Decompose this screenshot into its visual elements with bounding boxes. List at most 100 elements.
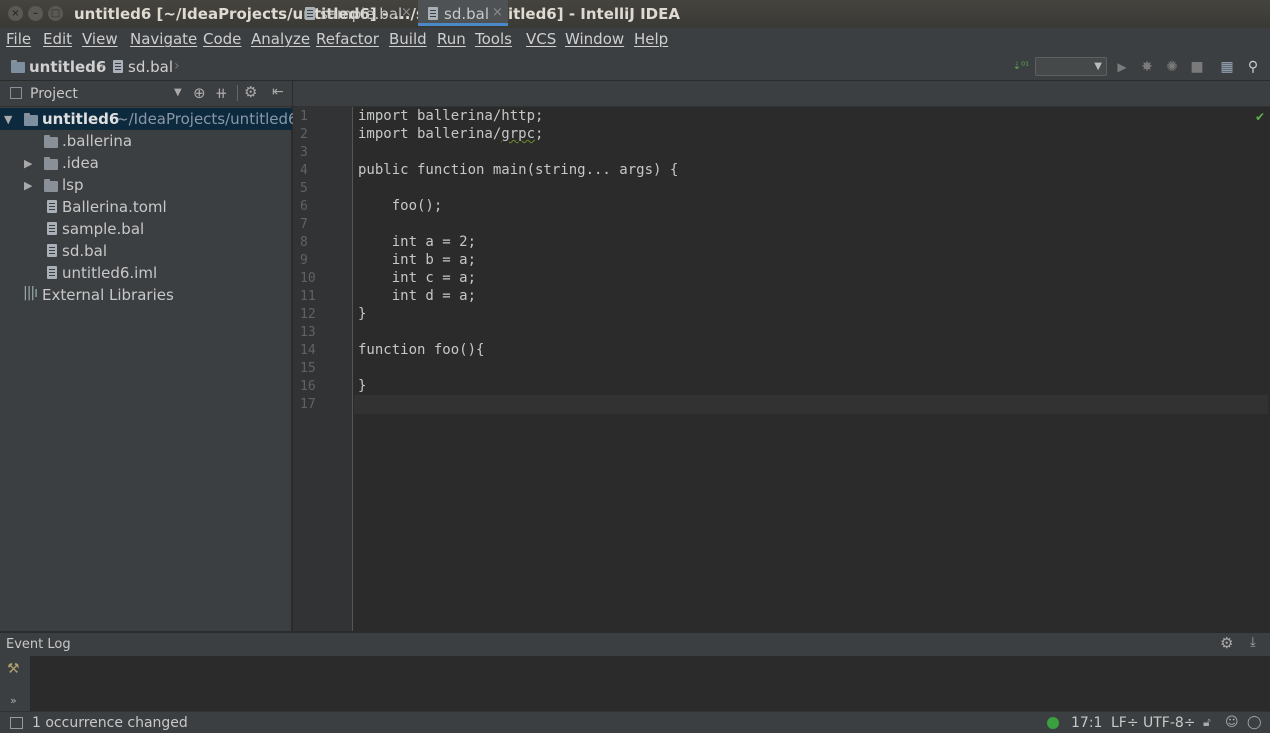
line-number: 4: [300, 163, 308, 178]
notifications-icon[interactable]: ◯: [1247, 715, 1262, 730]
inspector-icon[interactable]: ☺: [1225, 715, 1239, 730]
project-panel-header: Project ▼ ⊕ ⧺ ⚙ ⇤: [0, 81, 292, 107]
code-line[interactable]: import ballerina/grpc;: [358, 126, 543, 142]
menu-analyze[interactable]: Analyze: [251, 30, 310, 48]
menu-build[interactable]: Build: [389, 30, 427, 48]
project-structure-icon[interactable]: ▦: [1218, 58, 1236, 76]
chevron-right-icon: ›: [99, 58, 105, 74]
search-icon[interactable]: ⚲: [1244, 58, 1262, 76]
status-message: 1 occurrence changed: [32, 715, 188, 731]
debug-icon[interactable]: ✸: [1138, 58, 1156, 76]
code-line[interactable]: int a = 2;: [358, 234, 476, 250]
tree-item-external-libraries[interactable]: |||ı External Libraries: [0, 284, 292, 306]
expand-arrow-icon[interactable]: ▶: [24, 157, 32, 170]
line-separator-select[interactable]: LF÷: [1111, 715, 1139, 731]
file-icon: [113, 60, 123, 73]
code-line[interactable]: int c = a;: [358, 270, 476, 286]
menu-view[interactable]: View: [82, 30, 118, 48]
code-line[interactable]: public function main(string... args) {: [358, 162, 678, 178]
lock-icon[interactable]: 🔓︎: [1203, 715, 1211, 730]
menu-run[interactable]: Run: [437, 30, 466, 48]
expand-arrow-icon[interactable]: ▶: [24, 179, 32, 192]
file-icon: [428, 7, 438, 20]
breadcrumb-project[interactable]: untitled6: [29, 58, 106, 76]
toolbar-divider: [237, 85, 238, 101]
gear-icon[interactable]: ⚙: [1220, 634, 1233, 652]
tab-label: sample.bal: [320, 5, 403, 23]
code-line[interactable]: int d = a;: [358, 288, 476, 304]
module-folder-icon: [11, 60, 25, 73]
build-icon[interactable]: ⇣⁰¹: [1012, 58, 1030, 76]
menu-navigate[interactable]: Navigate: [130, 30, 197, 48]
project-view-title[interactable]: Project: [30, 86, 78, 102]
run-icon[interactable]: ▶: [1113, 58, 1131, 76]
settings-wrench-icon[interactable]: ⚒: [7, 661, 20, 677]
settings-file-icon: [47, 200, 57, 213]
line-number: 1: [300, 109, 308, 124]
menu-help[interactable]: Help: [634, 30, 668, 48]
inspection-ok-icon[interactable]: ✔: [1255, 110, 1265, 124]
caret-position[interactable]: 17:1: [1071, 715, 1102, 731]
chevron-right-icon: ›: [174, 58, 180, 74]
code-line[interactable]: int b = a;: [358, 252, 476, 268]
tree-item-untitled6[interactable]: ▼ untitled6 ~/IdeaProjects/untitled6: [0, 108, 298, 130]
tree-item-untitled6-iml[interactable]: untitled6.iml: [0, 262, 292, 284]
expand-icon[interactable]: »: [10, 694, 17, 707]
locate-file-icon[interactable]: ⊕: [193, 84, 206, 102]
tree-item-idea[interactable]: ▶ .idea: [0, 152, 292, 174]
hide-panel-icon[interactable]: ⤓: [1250, 635, 1256, 650]
stop-icon[interactable]: ■: [1188, 58, 1206, 76]
event-log-title[interactable]: Event Log: [6, 637, 71, 652]
maximize-window-button[interactable]: □: [48, 6, 63, 21]
code-editor[interactable]: [354, 107, 1270, 631]
menu-code[interactable]: Code: [203, 30, 241, 48]
tree-item-sample-bal[interactable]: sample.bal: [0, 218, 292, 240]
line-number: 2: [300, 127, 308, 142]
menu-file[interactable]: File: [6, 30, 31, 48]
coverage-icon[interactable]: ✺: [1163, 58, 1181, 76]
gear-icon[interactable]: ⚙: [244, 83, 257, 101]
tab-sd-bal[interactable]: sd.bal ×: [418, 0, 508, 26]
tree-item-sd-bal[interactable]: sd.bal: [0, 240, 292, 262]
tree-item-label: lsp: [62, 176, 84, 194]
menu-vcs[interactable]: VCS: [526, 30, 556, 48]
file-icon: [305, 7, 315, 20]
encoding-select[interactable]: UTF-8÷: [1143, 715, 1196, 731]
code-line[interactable]: function foo(){: [358, 342, 484, 358]
close-icon[interactable]: ×: [401, 5, 412, 20]
code-line[interactable]: }: [358, 306, 366, 322]
collapse-all-icon[interactable]: ⧺: [215, 84, 228, 102]
menu-tools[interactable]: Tools: [475, 30, 512, 48]
toggle-tool-windows-icon[interactable]: [10, 717, 23, 729]
tree-item-label: .ballerina: [62, 132, 133, 150]
folder-icon: [44, 157, 58, 170]
current-line-highlight: [354, 395, 1268, 414]
tree-item-label: sd.bal: [62, 242, 107, 260]
code-line[interactable]: }: [358, 378, 366, 394]
menu-window[interactable]: Window: [565, 30, 624, 48]
tab-sample-bal[interactable]: sample.bal ×: [298, 0, 416, 26]
tree-item-ballerina[interactable]: .ballerina: [0, 130, 292, 152]
line-number: 3: [300, 145, 308, 160]
menu-edit[interactable]: Edit: [43, 30, 72, 48]
run-configuration-select[interactable]: ▼: [1035, 57, 1107, 76]
chevron-down-icon[interactable]: ▼: [174, 87, 182, 98]
code-line[interactable]: foo();: [358, 198, 443, 214]
warning-squiggle: grpc: [501, 126, 536, 142]
line-number: 8: [300, 235, 308, 250]
tree-item-lsp[interactable]: ▶ lsp: [0, 174, 292, 196]
menu-refactor[interactable]: Refactor: [316, 30, 379, 48]
breadcrumb-file[interactable]: sd.bal: [128, 58, 173, 76]
hide-panel-icon[interactable]: ⇤: [272, 84, 284, 100]
close-icon[interactable]: ×: [492, 5, 503, 20]
code-line[interactable]: import ballerina/http;: [358, 108, 543, 124]
line-number: 15: [300, 361, 316, 376]
minimize-window-button[interactable]: –: [28, 6, 43, 21]
tree-item-ballerina-toml[interactable]: Ballerina.toml: [0, 196, 292, 218]
menu-bar: File Edit View Navigate Code Analyze Ref…: [0, 28, 1270, 52]
line-number: 9: [300, 253, 308, 268]
line-number: 5: [300, 181, 308, 196]
folder-icon: [44, 135, 58, 148]
close-window-button[interactable]: ×: [8, 6, 23, 21]
expand-arrow-icon[interactable]: ▼: [4, 113, 12, 126]
